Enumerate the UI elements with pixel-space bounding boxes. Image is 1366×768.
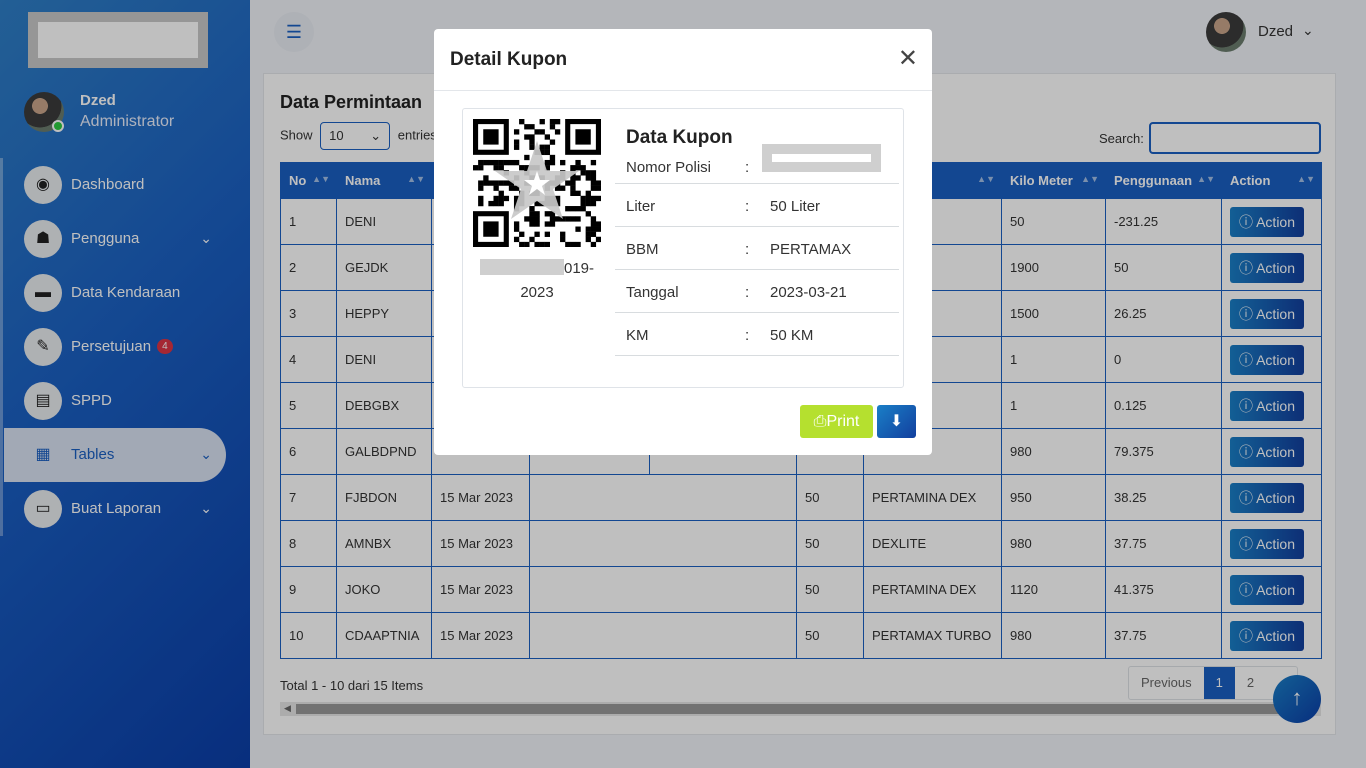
redacted-value	[762, 144, 881, 172]
field-value: 50 KM	[770, 327, 814, 344]
download-button[interactable]: ⬇	[877, 405, 916, 438]
printer-icon: ⎙	[813, 413, 827, 430]
close-icon[interactable]: ✕	[898, 47, 918, 71]
field-colon: :	[745, 159, 750, 176]
field-label: BBM	[626, 241, 659, 258]
modal-title: Detail Kupon	[450, 49, 568, 70]
field-value: PERTAMAX	[770, 241, 852, 258]
field-colon: :	[745, 198, 750, 215]
coupon-code: 019- 2023	[479, 257, 595, 305]
coupon-field-liter: Liter : 50 Liter	[615, 184, 899, 227]
field-colon: :	[745, 327, 750, 344]
modal-header: Detail Kupon ✕	[434, 29, 932, 91]
download-icon: ⬇	[889, 413, 904, 430]
print-button[interactable]: ⎙Print	[800, 405, 873, 438]
field-label: Tanggal	[626, 284, 679, 301]
coupon-field-bbm: BBM : PERTAMAX	[615, 227, 899, 270]
field-label: Nomor Polisi	[626, 159, 712, 176]
coupon-field-tanggal: Tanggal : 2023-03-21	[615, 270, 899, 313]
field-value: 50 Liter	[770, 198, 821, 215]
coupon-field-nomor-polisi: Nomor Polisi :	[615, 141, 899, 184]
coupon-field-km: KM : 50 KM	[615, 313, 899, 356]
field-colon: :	[745, 241, 750, 258]
field-colon: :	[745, 284, 750, 301]
redacted-code	[479, 259, 564, 275]
print-label: Print	[826, 413, 860, 430]
coupon-code-suffix: 019-	[563, 260, 595, 277]
field-label: Liter	[626, 198, 656, 215]
coupon-code-year: 2023	[520, 284, 554, 301]
coupon-card: 019- 2023 Data Kupon Nomor Polisi : Lite…	[462, 108, 904, 388]
qr-code	[473, 119, 601, 247]
field-label: KM	[626, 327, 649, 344]
coupon-modal: Detail Kupon ✕ 019- 2023 Data Kupon Nomo…	[434, 29, 932, 455]
field-value: 2023-03-21	[770, 284, 847, 301]
